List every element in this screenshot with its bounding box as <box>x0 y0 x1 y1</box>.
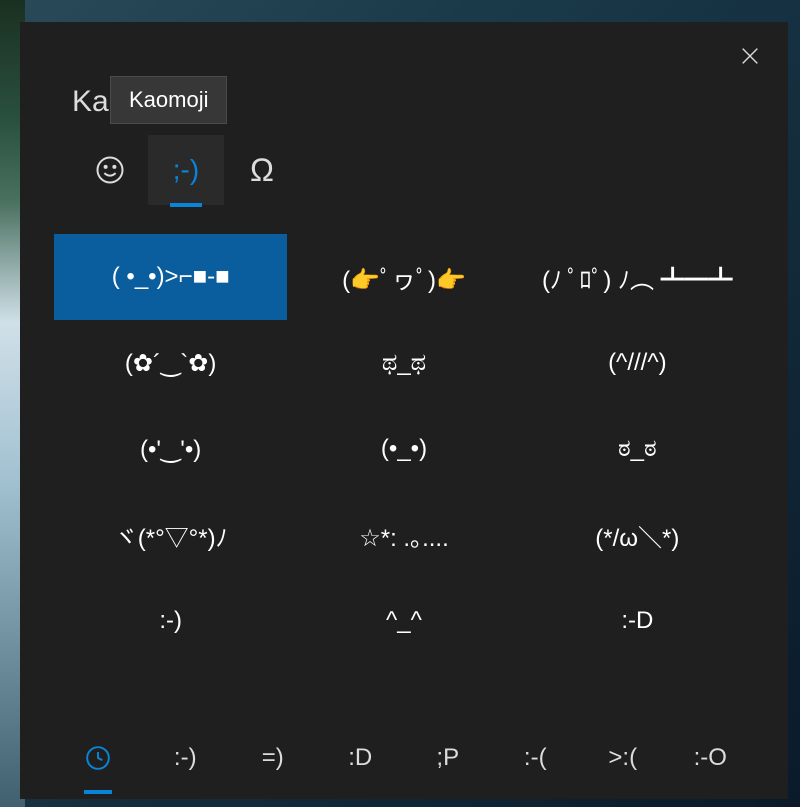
kaomoji-item[interactable]: ヾ(*°▽°*)ﾉ <box>54 492 287 578</box>
tab-row: ;-) Ω <box>20 130 788 210</box>
kaomoji-item[interactable]: ( •_•)>⌐■-■ <box>54 234 287 320</box>
smiley-icon <box>95 155 125 185</box>
clock-icon <box>85 745 111 771</box>
kaomoji-grid: ( •_•)>⌐■-■ (👉ﾟヮﾟ)👉 (ﾉ ﾟﾛﾟ) ﾉ︵ ┻━┻ (✿´‿`… <box>54 234 754 664</box>
kaomoji-item[interactable]: (•'‿'•) <box>54 406 287 492</box>
kaomoji-item[interactable]: ಥ_ಥ <box>287 320 520 406</box>
category-bigd[interactable]: :D <box>317 730 405 786</box>
tab-symbols[interactable]: Ω <box>224 135 300 205</box>
category-underline <box>84 790 112 794</box>
panel-header: Ka Kaomoji <box>20 22 788 130</box>
tab-underline <box>170 203 202 207</box>
category-wink[interactable]: ;P <box>404 730 492 786</box>
kaomoji-item[interactable]: ^_^ <box>287 578 520 664</box>
kaomoji-item[interactable]: ಠ_ಠ <box>521 406 754 492</box>
kaomoji-item[interactable]: (✿´‿`✿) <box>54 320 287 406</box>
kaomoji-item[interactable]: :-) <box>54 578 287 664</box>
close-icon <box>739 45 761 67</box>
tab-tooltip: Kaomoji <box>110 76 227 124</box>
tab-kaomoji[interactable]: ;-) <box>148 135 224 205</box>
kaomoji-item[interactable]: ☆*: .｡.... <box>287 492 520 578</box>
category-surprised[interactable]: :-O <box>667 730 755 786</box>
category-recent[interactable] <box>54 730 142 786</box>
kaomoji-tab-label: ;-) <box>173 154 199 186</box>
kaomoji-item[interactable]: (👉ﾟヮﾟ)👉 <box>287 234 520 320</box>
kaomoji-grid-area: ( •_•)>⌐■-■ (👉ﾟヮﾟ)👉 (ﾉ ﾟﾛﾟ) ﾉ︵ ┻━┻ (✿´‿`… <box>20 210 788 717</box>
category-sad[interactable]: :-( <box>492 730 580 786</box>
tab-emoji[interactable] <box>72 135 148 205</box>
kaomoji-item[interactable]: (*/ω＼*) <box>521 492 754 578</box>
kaomoji-item[interactable]: :-D <box>521 578 754 664</box>
category-angry[interactable]: >:( <box>579 730 667 786</box>
kaomoji-item[interactable]: (•_•) <box>287 406 520 492</box>
panel-title: Ka <box>72 85 109 119</box>
emoji-picker-panel: Ka Kaomoji ;-) Ω ( •_•)>⌐■-■ <box>20 22 788 799</box>
category-row: :-) =) :D ;P :-( >:( :-O <box>20 717 788 799</box>
symbols-tab-label: Ω <box>250 152 274 189</box>
kaomoji-item[interactable]: (ﾉ ﾟﾛﾟ) ﾉ︵ ┻━┻ <box>521 234 754 320</box>
category-equals[interactable]: =) <box>229 730 317 786</box>
category-happy[interactable]: :-) <box>142 730 230 786</box>
close-button[interactable] <box>734 40 766 72</box>
kaomoji-item[interactable]: (^///^) <box>521 320 754 406</box>
